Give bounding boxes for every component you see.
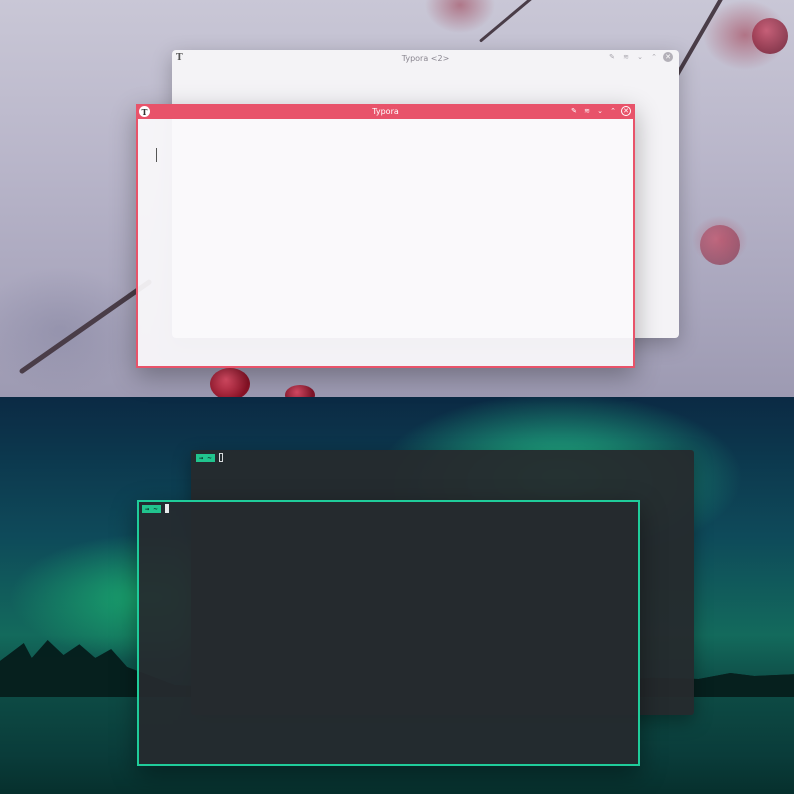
terminal-cursor xyxy=(218,453,223,462)
window-titlebar[interactable]: T Typora <2> ✎ ≋ ⌄ ⌃ ✕ xyxy=(172,50,679,66)
prompt-badge: → ~ xyxy=(196,453,215,462)
text-cursor xyxy=(156,148,157,162)
wallpaper-berry xyxy=(752,18,788,54)
minimize-icon[interactable]: ⌄ xyxy=(635,52,645,62)
editor-area[interactable] xyxy=(138,119,633,366)
typora-logo-icon: T xyxy=(139,106,150,117)
keep-above-icon[interactable]: ≋ xyxy=(582,106,592,116)
window-controls: ✎ ≋ ⌄ ⌃ ✕ xyxy=(569,106,631,116)
minimize-icon[interactable]: ⌄ xyxy=(595,106,605,116)
terminal-prompt: → ~ xyxy=(196,453,223,462)
terminal-prompt: → ~ xyxy=(142,504,169,513)
close-icon[interactable]: ✕ xyxy=(663,52,673,62)
window-title: Typora xyxy=(372,107,399,116)
pin-icon[interactable]: ✎ xyxy=(569,106,579,116)
wallpaper-branch xyxy=(479,0,550,43)
maximize-icon[interactable]: ⌃ xyxy=(608,106,618,116)
maximize-icon[interactable]: ⌃ xyxy=(649,52,659,62)
close-icon[interactable]: ✕ xyxy=(621,106,631,116)
terminal-cursor xyxy=(164,504,169,513)
window-controls: ✎ ≋ ⌄ ⌃ ✕ xyxy=(607,52,673,62)
window-title: Typora <2> xyxy=(401,53,450,63)
wallpaper-berry xyxy=(210,368,250,397)
wallpaper-berry xyxy=(700,225,740,265)
window-titlebar[interactable]: T Typora ✎ ≋ ⌄ ⌃ ✕ xyxy=(136,104,635,119)
pin-icon[interactable]: ✎ xyxy=(607,52,617,62)
keep-above-icon[interactable]: ≋ xyxy=(621,52,631,62)
wallpaper-berry xyxy=(285,385,315,397)
typora-window-active[interactable]: T Typora ✎ ≋ ⌄ ⌃ ✕ xyxy=(136,104,635,368)
wallpaper-branch xyxy=(18,278,153,375)
typora-logo-icon: T xyxy=(176,53,183,63)
terminal-window-active[interactable]: → ~ xyxy=(137,500,640,766)
prompt-badge: → ~ xyxy=(142,504,161,513)
